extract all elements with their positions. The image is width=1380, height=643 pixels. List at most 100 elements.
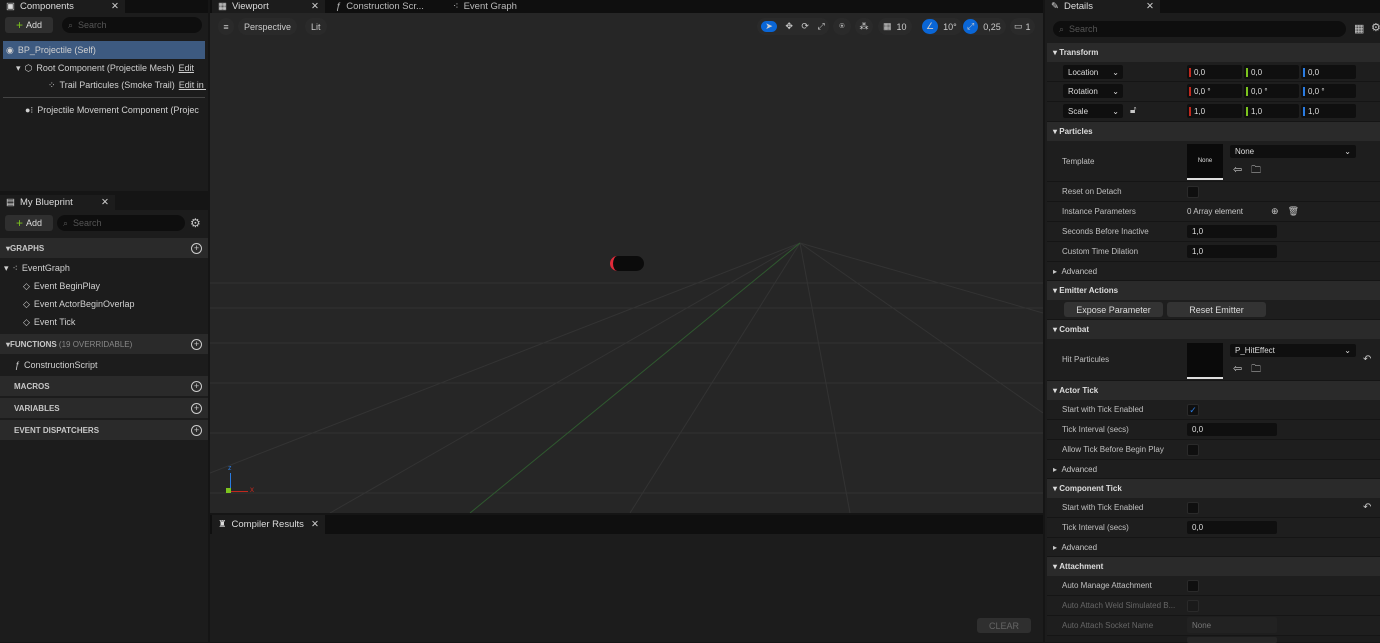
section-component-tick[interactable]: ▾ Component Tick	[1047, 479, 1380, 498]
use-selected-icon[interactable]: ⇦	[1233, 362, 1242, 375]
tab-details[interactable]: ✎ Details ✕	[1045, 0, 1160, 13]
section-variables[interactable]: VARIABLES +	[0, 398, 208, 418]
scale-snap[interactable]: ⤢ 0,25	[963, 18, 1006, 35]
rotation-x[interactable]: 0,0 °	[1187, 84, 1242, 98]
auto-manage-checkbox[interactable]	[1187, 580, 1199, 592]
gear-icon[interactable]: ⚙	[190, 216, 201, 230]
component-self[interactable]: ◉ BP_Projectile (Self)	[3, 41, 205, 59]
location-x[interactable]: 0,0	[1187, 65, 1242, 79]
close-icon[interactable]: ✕	[111, 0, 119, 13]
location-z[interactable]: 0,0	[1301, 65, 1356, 79]
event-item[interactable]: ◇ Event Tick	[23, 313, 75, 331]
tab-viewport[interactable]: ▦ Viewport ✕	[212, 0, 325, 13]
expose-parameter-button[interactable]: Expose Parameter	[1064, 302, 1163, 317]
tab-components[interactable]: ▣ Components ✕	[0, 0, 125, 13]
camera-speed[interactable]: ▭ 1	[1010, 18, 1035, 35]
advanced-particles[interactable]: ▸ Advanced	[1047, 262, 1380, 281]
template-dropdown[interactable]: None ⌄	[1230, 145, 1356, 158]
use-selected-icon[interactable]: ⇦	[1233, 163, 1242, 176]
tab-event-graph[interactable]: ⁖ Event Graph	[447, 0, 557, 13]
event-item[interactable]: ◇ Event ActorBeginOverlap	[23, 295, 134, 313]
seconds-inactive-input[interactable]: 1,0	[1187, 225, 1277, 238]
scale-z[interactable]: 1,0	[1301, 104, 1356, 118]
viewport[interactable]: ≡ Perspective Lit ➤ ✥ ⟳ ⤢ ⍟ ⁂ ▦ 10 ∠ 10° ⤢ 0,2…	[210, 13, 1043, 513]
lit-button[interactable]: Lit	[305, 18, 327, 35]
clear-button[interactable]: CLEAR	[977, 618, 1031, 633]
component-movement[interactable]: ●⁝ Projectile Movement Component (Projec	[25, 101, 206, 119]
add-function-icon[interactable]: +	[191, 338, 202, 350]
browse-icon[interactable]: 🗀︎	[1251, 163, 1261, 180]
components-search[interactable]: ⌕ Search	[62, 17, 202, 33]
component-trail[interactable]: ⁘Trail Particules (Smoke Trail)Edit in C	[48, 76, 206, 94]
gear-icon[interactable]: ⚙	[1371, 21, 1380, 34]
location-y[interactable]: 0,0	[1244, 65, 1299, 79]
perspective-button[interactable]: Perspective	[238, 18, 298, 35]
edit-link[interactable]: Edit	[178, 63, 194, 73]
rotation-dropdown[interactable]: Rotation ⌄	[1063, 84, 1123, 98]
comp-tick-interval-input[interactable]: 0,0	[1187, 521, 1277, 534]
select-icon[interactable]: ➤	[761, 21, 777, 32]
add-button[interactable]: + Add	[5, 215, 53, 231]
menu-icon[interactable]: ≡	[218, 18, 234, 35]
close-icon[interactable]: ✕	[311, 0, 319, 13]
tab-compiler-results[interactable]: ♜ Compiler Results ✕	[212, 515, 325, 534]
start-tick-checkbox[interactable]: ✓	[1187, 404, 1199, 416]
custom-dilation-input[interactable]: 1,0	[1187, 245, 1277, 258]
edit-link[interactable]: Edit in C	[179, 80, 206, 90]
world-local-icon[interactable]: ⍟	[833, 18, 851, 35]
advanced-component-tick[interactable]: ▸ Advanced	[1047, 538, 1380, 557]
template-thumbnail[interactable]: None	[1187, 144, 1223, 180]
scale-icon[interactable]: ⤢	[818, 21, 825, 32]
add-element-icon[interactable]: ⊕	[1271, 206, 1279, 217]
event-item[interactable]: ◇ Event BeginPlay	[23, 277, 100, 295]
projectile-mesh[interactable]	[610, 256, 644, 271]
section-combat[interactable]: ▾ Combat	[1047, 320, 1380, 339]
section-graphs[interactable]: ▾ GRAPHS +	[0, 238, 208, 258]
close-icon[interactable]: ✕	[1146, 0, 1154, 13]
add-graph-icon[interactable]: +	[191, 242, 202, 254]
reset-on-detach-checkbox[interactable]	[1187, 186, 1199, 198]
event-graph[interactable]: ▾ ⁖ EventGraph	[4, 259, 70, 277]
add-component-button[interactable]: + Add	[5, 17, 53, 33]
grid-snap[interactable]: ▦ 10	[878, 18, 912, 35]
scale-x[interactable]: 1,0	[1187, 104, 1242, 118]
close-icon[interactable]: ✕	[101, 196, 109, 209]
browse-icon[interactable]: 🗀︎	[1251, 362, 1261, 379]
blueprint-search[interactable]: ⌕ Search	[57, 215, 185, 231]
construction-script-item[interactable]: ƒ ConstructionScript	[15, 356, 98, 374]
scale-dropdown[interactable]: Scale ⌄	[1063, 104, 1123, 118]
section-actor-tick[interactable]: ▾ Actor Tick	[1047, 381, 1380, 400]
rotation-y[interactable]: 0,0 °	[1244, 84, 1299, 98]
reset-emitter-button[interactable]: Reset Emitter	[1167, 302, 1266, 317]
section-emitter-actions[interactable]: ▾ Emitter Actions	[1047, 281, 1380, 300]
reset-default-icon[interactable]: ↶	[1363, 354, 1371, 365]
tab-construction-script[interactable]: ƒ Construction Scr...	[330, 0, 440, 13]
move-icon[interactable]: ✥	[785, 21, 793, 32]
trash-icon[interactable]: 🗑︎	[1288, 206, 1299, 217]
section-attachment[interactable]: ▾ Attachment	[1047, 557, 1380, 576]
add-variable-icon[interactable]: +	[191, 402, 202, 414]
surface-snap-icon[interactable]: ⁂	[855, 18, 873, 35]
reset-default-icon[interactable]: ↶	[1363, 502, 1371, 513]
tick-interval-input[interactable]: 0,0	[1187, 423, 1277, 436]
lock-icon[interactable]: 🔓︎	[1130, 105, 1136, 116]
section-dispatchers[interactable]: EVENT DISPATCHERS +	[0, 420, 208, 440]
section-particles[interactable]: ▾ Particles	[1047, 122, 1380, 141]
hit-particules-dropdown[interactable]: P_HitEffect ⌄	[1230, 344, 1356, 357]
section-transform[interactable]: ▾ Transform	[1047, 43, 1380, 62]
allow-tick-checkbox[interactable]	[1187, 444, 1199, 456]
add-dispatcher-icon[interactable]: +	[191, 424, 202, 436]
scale-y[interactable]: 1,0	[1244, 104, 1299, 118]
rotate-icon[interactable]: ⟳	[801, 21, 809, 32]
angle-snap[interactable]: ∠ 10°	[922, 18, 962, 35]
close-icon[interactable]: ✕	[311, 518, 319, 531]
section-macros[interactable]: MACROS +	[0, 376, 208, 396]
advanced-actor-tick[interactable]: ▸ Advanced	[1047, 460, 1380, 479]
location-dropdown[interactable]: Location ⌄	[1063, 65, 1123, 79]
section-functions[interactable]: ▾ FUNCTIONS (19 OVERRIDABLE) +	[0, 334, 208, 354]
table-view-icon[interactable]: ▦	[1354, 22, 1364, 35]
hit-effect-thumbnail[interactable]	[1187, 343, 1223, 379]
component-root[interactable]: ▾ ⬡ Root Component (Projectile Mesh) Edit	[16, 59, 206, 77]
rotation-z[interactable]: 0,0 °	[1301, 84, 1356, 98]
comp-start-tick-checkbox[interactable]	[1187, 502, 1199, 514]
